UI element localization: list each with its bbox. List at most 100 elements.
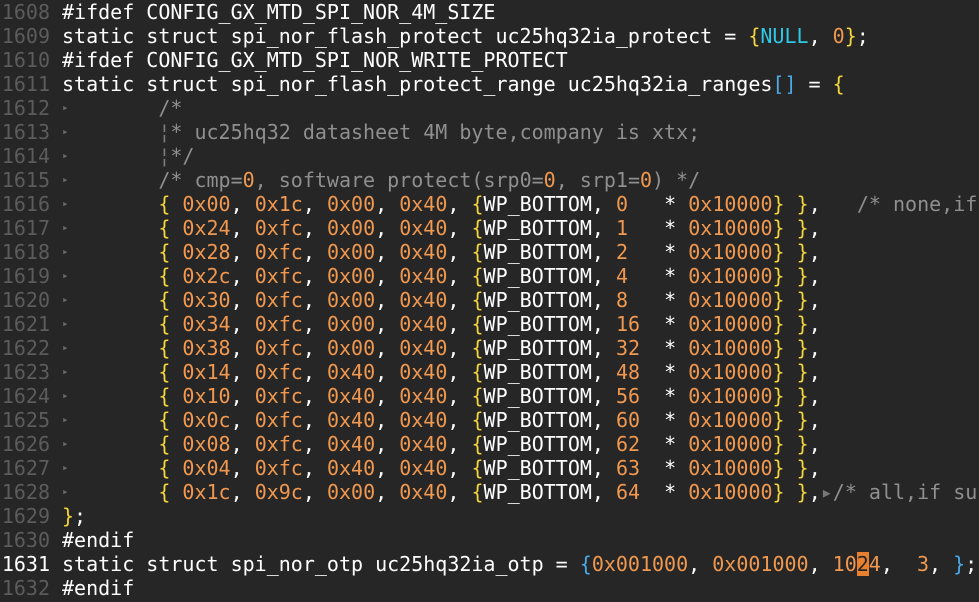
code-line[interactable]: 1625 ▸ { 0x0c, 0xfc, 0x40, 0x40, {WP_BOTT… xyxy=(0,408,821,432)
code-token: { xyxy=(158,240,171,264)
code-token: 63 xyxy=(615,456,641,480)
code-token: WP_BOTTOM, xyxy=(483,432,616,456)
code-token: , xyxy=(230,384,255,408)
code-line[interactable]: 1614 ▸ ¦*/ xyxy=(0,144,195,168)
code-text: #ifdef CONFIG_GX_MTD_SPI_NOR_4M_SIZE xyxy=(62,0,495,24)
code-token: { xyxy=(158,432,171,456)
code-token: } xyxy=(796,408,809,432)
code-token: , xyxy=(302,192,327,216)
code-text: #endif xyxy=(62,576,134,600)
code-token: , xyxy=(808,312,821,336)
code-token: 0x10000 xyxy=(688,288,773,312)
code-token: } xyxy=(772,480,785,504)
line-number: 1622 xyxy=(1,336,50,360)
code-token: , xyxy=(230,408,255,432)
code-line[interactable]: 1610 #ifdef CONFIG_GX_MTD_SPI_NOR_WRITE_P… xyxy=(0,48,568,72)
code-token: , xyxy=(880,552,917,576)
code-token: 0x00 xyxy=(326,336,376,360)
line-number: 1615 xyxy=(1,168,50,192)
code-line[interactable]: 1631 static struct spi_nor_otp uc25hq32ia… xyxy=(0,552,977,576)
code-token: /* none,if xyxy=(856,192,978,216)
code-line[interactable]: 1608 #ifdef CONFIG_GX_MTD_SPI_NOR_4M_SIZE xyxy=(0,0,496,24)
code-token: ¦ xyxy=(158,144,171,168)
line-number: 1613 xyxy=(1,120,50,144)
code-line[interactable]: 1611 static struct spi_nor_flash_protect_… xyxy=(0,72,845,96)
code-token: , xyxy=(447,456,472,480)
code-token: , xyxy=(808,360,821,384)
code-token: 0x1c xyxy=(254,192,303,216)
code-token: } xyxy=(772,360,785,384)
code-token: 0x00 xyxy=(326,216,376,240)
code-line[interactable]: 1613 ▸ ¦* uc25hq32 datasheet 4M byte,comp… xyxy=(0,120,700,144)
code-token: * xyxy=(628,240,689,264)
code-line[interactable]: 1632 #endif xyxy=(0,576,134,600)
code-text: }; xyxy=(62,504,86,528)
code-line[interactable]: 1623 ▸ { 0x14, 0xfc, 0x40, 0x40, {WP_BOTT… xyxy=(0,360,821,384)
code-line[interactable]: 1612 ▸ /* xyxy=(0,96,183,120)
code-token: 0x9c xyxy=(254,480,303,504)
code-token: ; xyxy=(856,24,869,48)
code-token: 0x24 xyxy=(182,216,231,240)
code-text: { 0x10, 0xfc, 0x40, 0x40, {WP_BOTTOM, 56… xyxy=(62,384,820,408)
code-line[interactable]: 1628 ▸ { 0x1c, 0x9c, 0x00, 0x40, {WP_BOTT… xyxy=(0,480,979,504)
code-line[interactable]: 1630 #endif xyxy=(0,528,134,552)
code-line[interactable]: 1624 ▸ { 0x10, 0xfc, 0x40, 0x40, {WP_BOTT… xyxy=(0,384,821,408)
code-token: , xyxy=(447,288,472,312)
code-text: { 0x2c, 0xfc, 0x00, 0x40, {WP_BOTTOM, 4 … xyxy=(62,264,820,288)
code-token: , xyxy=(230,336,255,360)
line-number: 1610 xyxy=(1,48,50,72)
code-token: 0x2c xyxy=(182,264,231,288)
code-token: } xyxy=(796,264,809,288)
code-token: 0xfc xyxy=(254,312,303,336)
code-token: { xyxy=(471,384,484,408)
code-token: , xyxy=(302,312,327,336)
code-token: } xyxy=(772,408,785,432)
code-token: 0x00 xyxy=(326,192,376,216)
code-line[interactable]: 1627 ▸ { 0x04, 0xfc, 0x40, 0x40, {WP_BOTT… xyxy=(0,456,821,480)
code-token: 0 xyxy=(640,168,653,192)
code-text: { 0x38, 0xfc, 0x00, 0x40, {WP_BOTTOM, 32… xyxy=(62,336,821,360)
code-text: { 0x0c, 0xfc, 0x40, 0x40, {WP_BOTTOM, 60… xyxy=(62,408,820,432)
code-line[interactable]: 1620 ▸ { 0x30, 0xfc, 0x00, 0x40, {WP_BOTT… xyxy=(0,288,821,312)
code-token: 0x10000 xyxy=(688,264,773,288)
code-token: WP_BOTTOM, xyxy=(483,216,616,240)
code-token: 0x40 xyxy=(399,192,448,216)
code-token: WP_BOTTOM, xyxy=(483,192,616,216)
code-line[interactable]: 1609 static struct spi_nor_flash_protect … xyxy=(0,24,869,48)
code-token: , xyxy=(447,336,472,360)
code-token: , xyxy=(808,336,821,360)
code-token: #ifdef CONFIG_GX_MTD_SPI_NOR_4M_SIZE xyxy=(62,0,496,24)
code-line[interactable]: 1621 ▸ { 0x34, 0xfc, 0x00, 0x40, {WP_BOTT… xyxy=(0,312,821,336)
code-token: , xyxy=(302,456,327,480)
code-token: 0xfc xyxy=(254,336,303,360)
code-token: , xyxy=(447,312,472,336)
line-number: 1614 xyxy=(1,144,50,168)
code-line[interactable]: 1619 ▸ { 0x2c, 0xfc, 0x00, 0x40, {WP_BOTT… xyxy=(0,264,821,288)
code-token: { xyxy=(471,456,484,480)
code-line[interactable]: 1618 ▸ { 0x28, 0xfc, 0x00, 0x40, {WP_BOTT… xyxy=(0,240,821,264)
code-line[interactable]: 1629}; xyxy=(0,504,86,528)
code-line[interactable]: 1616 ▸ { 0x00, 0x1c, 0x00, 0x40, {WP_BOTT… xyxy=(0,192,977,216)
code-token: , xyxy=(447,216,472,240)
line-number: 1616 xyxy=(1,192,50,216)
code-editor[interactable]: 1608 #ifdef CONFIG_GX_MTD_SPI_NOR_4M_SIZE… xyxy=(0,0,979,602)
code-line[interactable]: 1617 ▸ { 0x24, 0xfc, 0x00, 0x40, {WP_BOTT… xyxy=(0,216,821,240)
code-line[interactable]: 1626 ▸ { 0x08, 0xfc, 0x40, 0x40, {WP_BOTT… xyxy=(0,432,821,456)
code-line[interactable]: 1622 ▸ { 0x38, 0xfc, 0x00, 0x40, {WP_BOTT… xyxy=(0,336,821,360)
code-token: 0xfc xyxy=(254,288,303,312)
code-line[interactable]: 1615 ▸ /* cmp=0, software protect(srp0=0,… xyxy=(0,168,700,192)
code-token: static struct spi_nor_flash_protect_rang… xyxy=(62,72,773,96)
code-token: 0x40 xyxy=(399,288,448,312)
code-token: , xyxy=(230,216,255,240)
code-token: 2 xyxy=(615,240,629,264)
code-token: { xyxy=(471,192,484,216)
